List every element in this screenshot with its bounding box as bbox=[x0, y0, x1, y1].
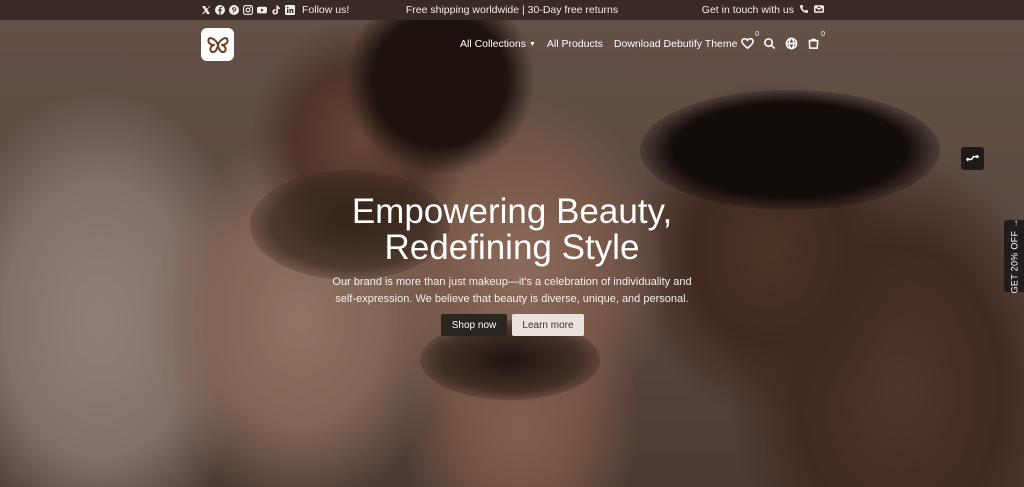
phone-icon[interactable] bbox=[799, 4, 809, 17]
store-logo[interactable] bbox=[201, 28, 234, 61]
linkedin-icon[interactable] bbox=[285, 5, 295, 15]
contact-label[interactable]: Get in touch with us bbox=[702, 4, 794, 16]
discount-tab[interactable]: GET 20% OFF → bbox=[1004, 218, 1024, 294]
shop-now-button[interactable]: Shop now bbox=[441, 314, 507, 336]
pinterest-icon[interactable] bbox=[229, 5, 239, 15]
search-icon bbox=[763, 37, 775, 49]
cart-count: 0 bbox=[821, 31, 825, 38]
nav-label: All Products bbox=[546, 38, 603, 50]
wishlist-count: 0 bbox=[755, 31, 759, 38]
learn-more-button[interactable]: Learn more bbox=[512, 314, 584, 336]
social-links: Follow us! bbox=[201, 0, 349, 20]
language-button[interactable] bbox=[784, 36, 798, 50]
nav-all-collections[interactable]: All Collections ▼ bbox=[460, 38, 536, 50]
nav-all-products[interactable]: All Products bbox=[547, 38, 603, 50]
nav-label: All Collections bbox=[460, 38, 526, 50]
wishlist-button[interactable]: 0 bbox=[740, 31, 759, 50]
tiktok-icon[interactable] bbox=[271, 5, 281, 15]
heart-icon bbox=[740, 37, 754, 49]
announcement-text[interactable]: Free shipping worldwide | 30-Day free re… bbox=[406, 4, 618, 16]
cart-button[interactable]: 0 bbox=[806, 31, 825, 50]
instagram-icon[interactable] bbox=[243, 5, 253, 15]
hero-title: Empowering Beauty, Redefining Style bbox=[0, 194, 1024, 266]
follow-us-label[interactable]: Follow us! bbox=[302, 4, 349, 16]
nav-label: Download Debutify Theme bbox=[613, 38, 738, 50]
nav-download-theme[interactable]: Download Debutify Theme bbox=[614, 38, 738, 50]
announcement-text-wrap: Free shipping worldwide | 30-Day free re… bbox=[0, 4, 1024, 16]
search-button[interactable] bbox=[762, 36, 776, 50]
main-nav: All Collections ▼ All Products Download … bbox=[460, 38, 737, 50]
x-icon[interactable] bbox=[201, 5, 211, 15]
compare-button[interactable] bbox=[961, 147, 984, 170]
butterfly-icon bbox=[206, 36, 229, 53]
hero-title-line-1: Empowering Beauty, bbox=[351, 192, 673, 231]
hero-subtitle-line-1: Our brand is more than just makeup—it's … bbox=[332, 276, 692, 288]
mail-icon[interactable] bbox=[814, 4, 824, 17]
hero-subtitle-line-2: self-expression. We believe that beauty … bbox=[335, 293, 689, 305]
hero-subtitle: Our brand is more than just makeup—it's … bbox=[0, 274, 1024, 308]
chevron-down-icon: ▼ bbox=[528, 40, 536, 48]
youtube-icon[interactable] bbox=[257, 5, 267, 15]
compare-arrows-icon bbox=[966, 154, 979, 162]
contact-links: Get in touch with us bbox=[702, 0, 824, 20]
discount-tab-label: GET 20% OFF → bbox=[1009, 218, 1019, 294]
cart-icon bbox=[807, 38, 819, 49]
hero-title-line-2: Redefining Style bbox=[384, 228, 640, 267]
hero-buttons: Shop now Learn more bbox=[441, 314, 584, 336]
announcement-bar: Follow us! Free shipping worldwide | 30-… bbox=[0, 0, 1024, 20]
globe-icon bbox=[785, 37, 797, 49]
facebook-icon[interactable] bbox=[215, 5, 225, 15]
header-icons: 0 0 bbox=[740, 31, 825, 50]
